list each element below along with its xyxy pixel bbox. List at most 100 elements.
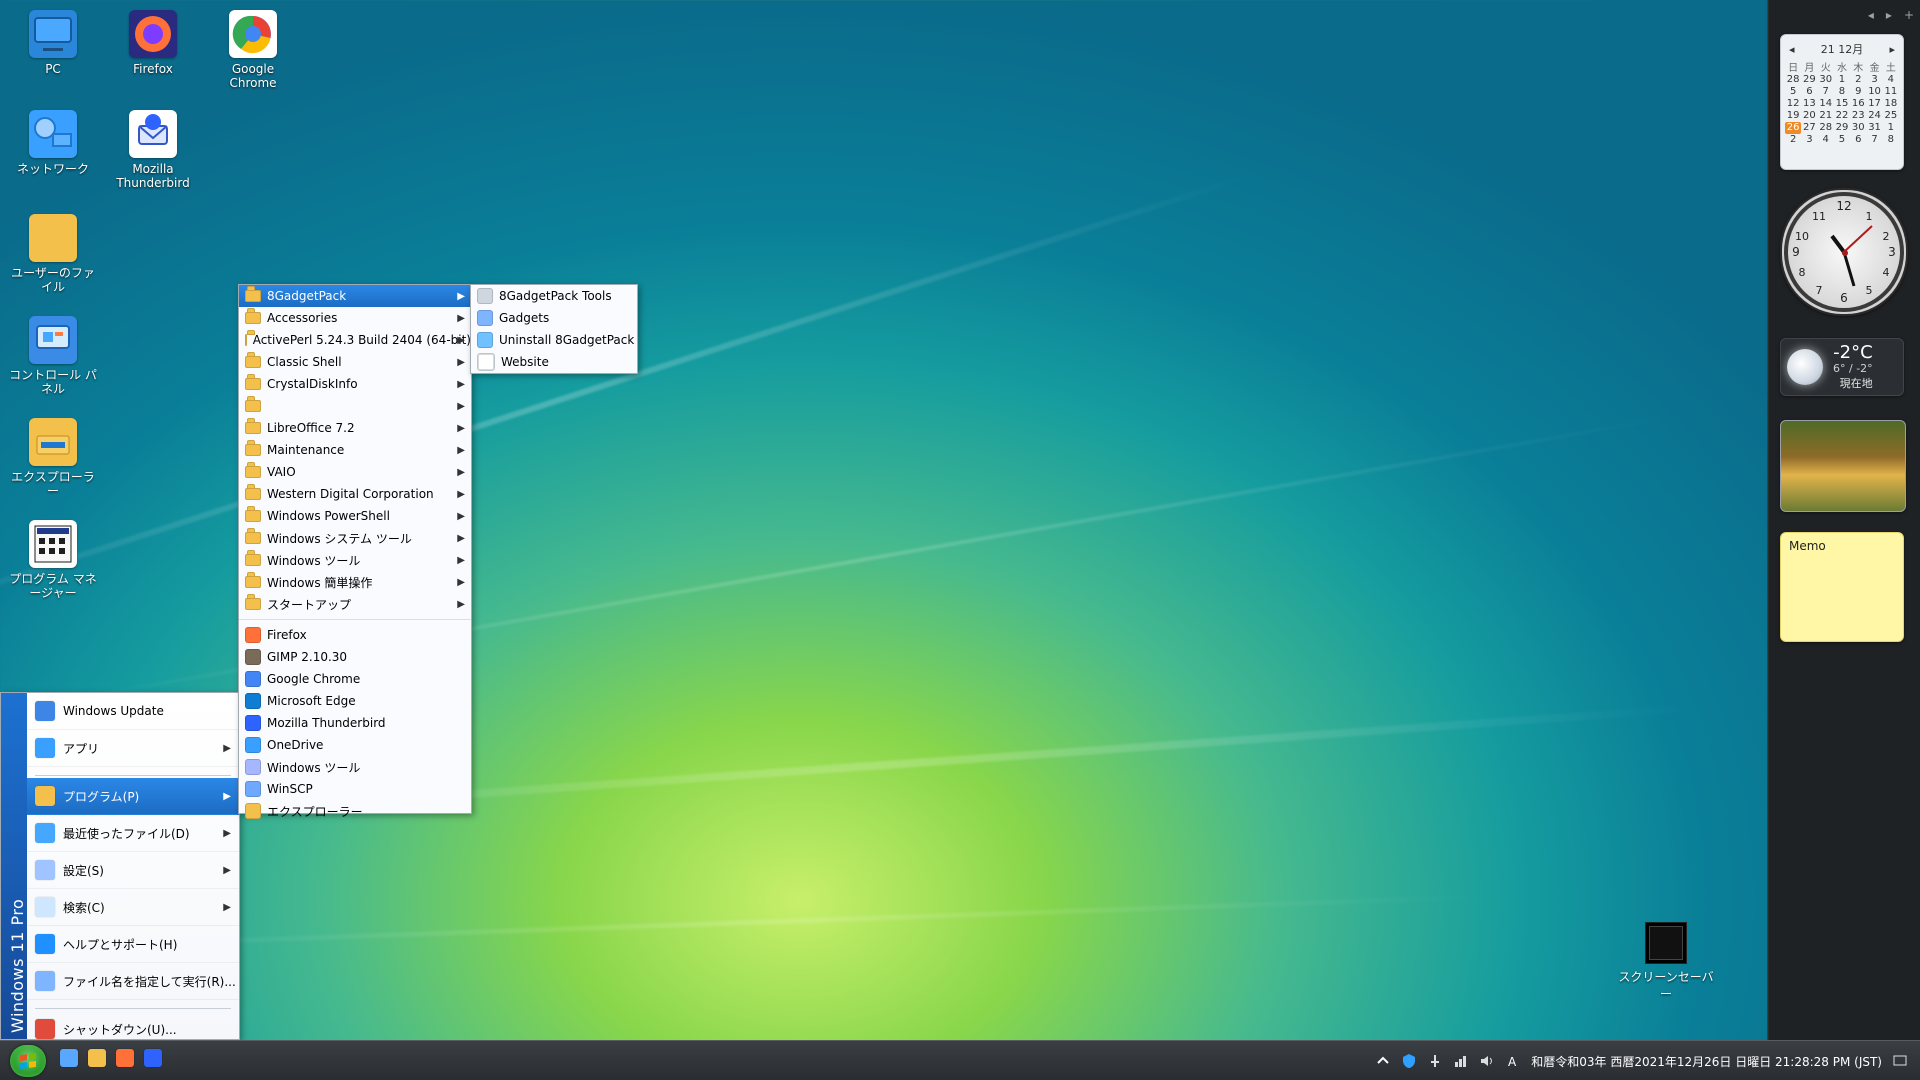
- menu-item-app-winscp[interactable]: WinSCP: [239, 778, 471, 800]
- firefox-icon[interactable]: [116, 1049, 134, 1067]
- desktop-icon-explorer[interactable]: エクスプローラー: [8, 418, 98, 498]
- calendar-day[interactable]: 10: [1866, 86, 1882, 98]
- photo-gadget[interactable]: [1780, 420, 1906, 512]
- programs-menu[interactable]: 8GadgetPack ▶ Accessories ▶ ActivePerl 5…: [238, 284, 472, 819]
- desktop-icon-screensaver[interactable]: スクリーンセーバー: [1616, 922, 1716, 1002]
- calendar-day[interactable]: 28: [1785, 74, 1801, 86]
- menu-item-folder-classic-shell[interactable]: Classic Shell ▶: [239, 351, 471, 373]
- calendar-day[interactable]: 30: [1850, 122, 1866, 134]
- start-item-help[interactable]: ヘルプとサポート(H): [27, 926, 239, 963]
- explorer-icon[interactable]: [88, 1049, 106, 1067]
- calendar-day[interactable]: 3: [1866, 74, 1882, 86]
- calendar-day[interactable]: 21: [1818, 110, 1834, 122]
- sidebar-add-button[interactable]: +: [1904, 8, 1914, 22]
- menu-item-folder-startup[interactable]: スタートアップ ▶: [239, 593, 471, 615]
- menu-item-app-chrome[interactable]: Google Chrome: [239, 668, 471, 690]
- volume-icon[interactable]: [1479, 1053, 1495, 1069]
- menu-item-app-explorer[interactable]: エクスプローラー: [239, 800, 471, 822]
- desktop-icon-pc[interactable]: PC: [8, 10, 98, 76]
- start-item-windows-update[interactable]: Windows Update: [27, 693, 239, 730]
- calendar-day[interactable]: 7: [1818, 86, 1834, 98]
- start-item-run[interactable]: ファイル名を指定して実行(R)...: [27, 963, 239, 1000]
- desktop-icon-control-panel[interactable]: コントロール パネル: [8, 316, 98, 396]
- show-desktop-icon[interactable]: [60, 1049, 78, 1067]
- submenu-item-website[interactable]: Website: [471, 351, 637, 373]
- menu-item-app-edge[interactable]: Microsoft Edge: [239, 690, 471, 712]
- start-item-programs[interactable]: プログラム(P) ▶: [27, 778, 239, 815]
- menu-item-folder-powershell[interactable]: Windows PowerShell ▶: [239, 505, 471, 527]
- menu-item-folder-ease-of-access[interactable]: Windows 簡単操作 ▶: [239, 571, 471, 593]
- calendar-day[interactable]: 16: [1850, 98, 1866, 110]
- calendar-day[interactable]: 8: [1883, 134, 1899, 146]
- sidebar-next-button[interactable]: ▸: [1886, 8, 1892, 22]
- desktop-icon-firefox[interactable]: Firefox: [108, 10, 198, 76]
- menu-item-app-thunderbird[interactable]: Mozilla Thunderbird: [239, 712, 471, 734]
- chevron-up-icon[interactable]: [1375, 1053, 1391, 1069]
- submenu-8gadgetpack[interactable]: 8GadgetPack Tools Gadgets Uninstall 8Gad…: [470, 284, 638, 374]
- calendar-day[interactable]: 5: [1834, 134, 1850, 146]
- calendar-day-today[interactable]: 26: [1785, 122, 1802, 134]
- taskbar-clock-text[interactable]: 和暦令和03年 西暦2021年12月26日 日曜日 21:28:28 PM (J…: [1531, 1053, 1882, 1070]
- submenu-item-uninstall[interactable]: Uninstall 8GadgetPack: [471, 329, 637, 351]
- calendar-day[interactable]: 4: [1818, 134, 1834, 146]
- calendar-day[interactable]: 29: [1834, 122, 1850, 134]
- desktop-icon-program-manager[interactable]: プログラム マネージャー: [8, 520, 98, 600]
- calendar-day[interactable]: 6: [1850, 134, 1866, 146]
- calendar-day[interactable]: 19: [1785, 110, 1801, 122]
- menu-item-app-windows-tools[interactable]: Windows ツール: [239, 756, 471, 778]
- calendar-day[interactable]: 2: [1850, 74, 1866, 86]
- calendar-day[interactable]: 8: [1834, 86, 1850, 98]
- calendar-day[interactable]: 18: [1883, 98, 1899, 110]
- weather-gadget[interactable]: -2°C 6° / -2° 現在地: [1780, 338, 1904, 396]
- calendar-day[interactable]: 28: [1818, 122, 1834, 134]
- calendar-day[interactable]: 1: [1883, 122, 1899, 134]
- menu-item-folder-maintenance[interactable]: Maintenance ▶: [239, 439, 471, 461]
- calendar-day[interactable]: 7: [1866, 134, 1882, 146]
- menu-item-folder-activeperl[interactable]: ActivePerl 5.24.3 Build 2404 (64-bit) ▶: [239, 329, 471, 351]
- desktop-icon-network[interactable]: ネットワーク: [8, 110, 98, 176]
- chevron-left-icon[interactable]: ◂: [1789, 43, 1795, 56]
- chevron-right-icon[interactable]: ▸: [1889, 43, 1895, 56]
- calendar-day[interactable]: 17: [1866, 98, 1882, 110]
- menu-item-folder-wd[interactable]: Western Digital Corporation ▶: [239, 483, 471, 505]
- calendar-day[interactable]: 12: [1785, 98, 1801, 110]
- calendar-gadget[interactable]: ◂ 21 12月 ▸ 日 月 火 水 木 金 土 28 29 30 1 2 3 …: [1780, 34, 1904, 170]
- calendar-day[interactable]: 4: [1883, 74, 1899, 86]
- network-icon[interactable]: [1453, 1053, 1469, 1069]
- calendar-day[interactable]: 1: [1834, 74, 1850, 86]
- submenu-item-gadgets[interactable]: Gadgets: [471, 307, 637, 329]
- calendar-day[interactable]: 9: [1850, 86, 1866, 98]
- calendar-day[interactable]: 29: [1801, 74, 1817, 86]
- start-item-settings[interactable]: 設定(S) ▶: [27, 852, 239, 889]
- calendar-day[interactable]: 23: [1850, 110, 1866, 122]
- desktop-icon-chrome[interactable]: Google Chrome: [208, 10, 298, 90]
- submenu-item-tools[interactable]: 8GadgetPack Tools: [471, 285, 637, 307]
- menu-item-folder-blurred[interactable]: ▶: [239, 395, 471, 417]
- menu-item-app-onedrive[interactable]: OneDrive: [239, 734, 471, 756]
- menu-item-app-gimp[interactable]: GIMP 2.10.30: [239, 646, 471, 668]
- calendar-day[interactable]: 22: [1834, 110, 1850, 122]
- calendar-day[interactable]: 11: [1883, 86, 1899, 98]
- start-item-apps[interactable]: アプリ ▶: [27, 730, 239, 767]
- desktop-icon-thunderbird[interactable]: Mozilla Thunderbird: [108, 110, 198, 190]
- desktop-icon-user-files[interactable]: ユーザーのファイル: [8, 214, 98, 294]
- calendar-day[interactable]: 6: [1801, 86, 1817, 98]
- calendar-day[interactable]: 30: [1818, 74, 1834, 86]
- memo-gadget[interactable]: Memo: [1780, 532, 1904, 642]
- calendar-day[interactable]: 2: [1785, 134, 1801, 146]
- thunderbird-icon[interactable]: [144, 1049, 162, 1067]
- notification-icon[interactable]: [1892, 1053, 1908, 1069]
- calendar-day[interactable]: 14: [1818, 98, 1834, 110]
- start-button[interactable]: [10, 1045, 46, 1077]
- calendar-day[interactable]: 3: [1801, 134, 1817, 146]
- menu-item-folder-system-tools[interactable]: Windows システム ツール ▶: [239, 527, 471, 549]
- menu-item-app-firefox[interactable]: Firefox: [239, 624, 471, 646]
- calendar-day[interactable]: 15: [1834, 98, 1850, 110]
- menu-item-folder-accessories[interactable]: Accessories ▶: [239, 307, 471, 329]
- menu-item-folder-libreoffice[interactable]: LibreOffice 7.2 ▶: [239, 417, 471, 439]
- menu-item-folder-crystaldiskinfo[interactable]: CrystalDiskInfo ▶: [239, 373, 471, 395]
- start-item-recent-files[interactable]: 最近使ったファイル(D) ▶: [27, 815, 239, 852]
- calendar-day[interactable]: 24: [1866, 110, 1882, 122]
- calendar-day[interactable]: 25: [1883, 110, 1899, 122]
- ime-icon[interactable]: A: [1505, 1053, 1521, 1069]
